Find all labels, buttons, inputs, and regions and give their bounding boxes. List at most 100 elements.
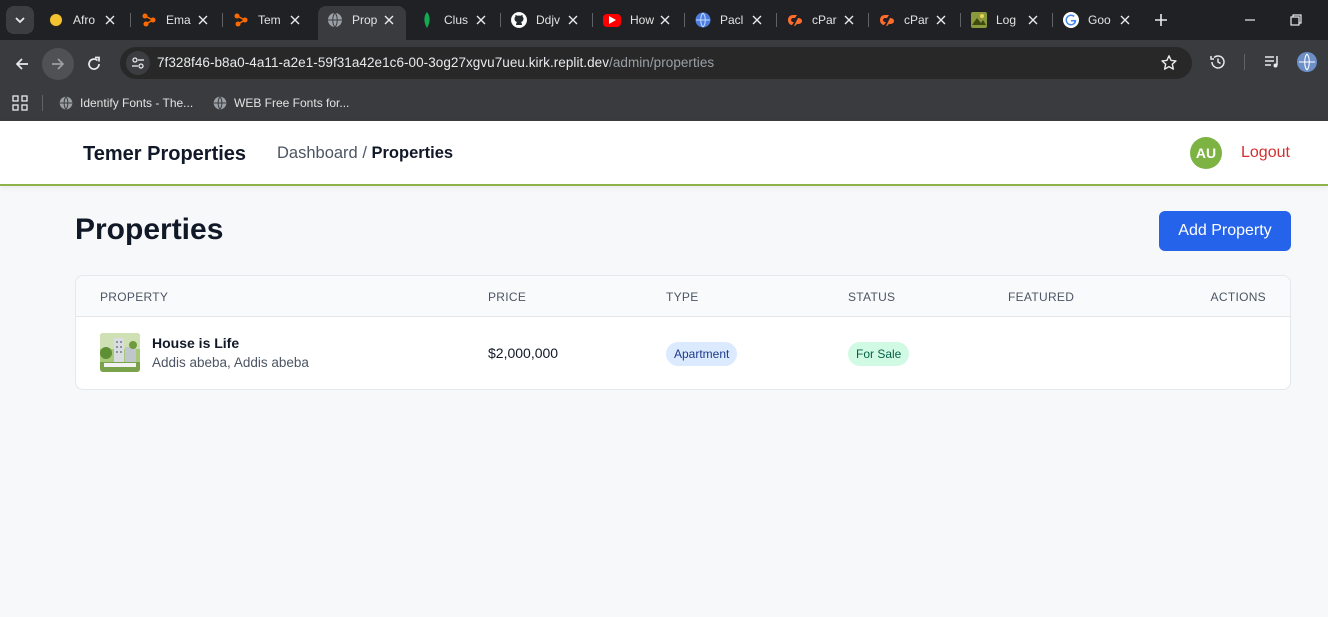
close-icon[interactable] [565,12,581,28]
forward-button[interactable] [42,48,74,80]
afro-favicon-icon [48,12,64,28]
bookmark-item[interactable]: Identify Fonts - The... [59,93,193,113]
browser-tab-strip: Afro Ema Tem Prop Clus Ddjv How Pacl cPa… [0,0,1328,40]
close-icon[interactable] [841,12,857,28]
bookmarks-bar: Identify Fonts - The... WEB Free Fonts f… [0,85,1328,121]
url-path: /admin/properties [609,55,715,70]
bookmark-star-icon[interactable] [1160,54,1178,72]
type-badge: Apartment [666,342,738,366]
chevron-down-icon [15,17,25,24]
media-queue-icon[interactable] [1263,53,1281,71]
reload-button[interactable] [78,48,110,80]
table-row[interactable]: House is Life Addis abeba, Addis abeba $… [76,317,1290,389]
tune-icon [132,57,144,69]
close-icon[interactable] [1025,12,1041,28]
site-info-button[interactable] [126,51,150,75]
google-icon [1063,12,1079,28]
chrome-web-icon [695,12,711,28]
browser-tab[interactable]: Pacl [695,8,765,32]
logout-link[interactable]: Logout [1241,144,1290,162]
github-icon [511,12,527,28]
tab-title: cPar [904,13,929,27]
browser-tab[interactable]: Ddjv [511,8,581,32]
arrow-right-icon [52,58,65,70]
breadcrumb-current: Properties [371,144,454,162]
globe-icon [59,96,73,110]
close-icon[interactable] [102,12,118,28]
column-header-type: TYPE [666,290,699,304]
browser-tab[interactable]: cPar [879,8,949,32]
back-button[interactable] [6,48,38,80]
app-header: Temer Properties Dashboard / Properties … [0,121,1328,186]
bookmark-item[interactable]: WEB Free Fonts for... [213,93,349,113]
tab-title: Goo [1088,13,1111,27]
close-icon[interactable] [473,12,489,28]
close-icon[interactable] [195,12,211,28]
property-thumbnail [100,333,140,372]
bookmark-label: Identify Fonts - The... [80,96,194,110]
arrow-left-icon [15,58,28,70]
close-icon[interactable] [287,12,303,28]
restore-icon[interactable] [1288,12,1304,28]
globe-icon [327,12,343,28]
browser-tab[interactable]: Goo [1063,8,1133,32]
close-icon[interactable] [933,12,949,28]
tab-title: Tem [258,13,281,27]
breadcrumb-separator: / [357,144,372,162]
history-icon[interactable] [1209,53,1227,71]
close-icon[interactable] [1117,12,1133,28]
tab-title: Ddjv [536,13,561,27]
profile-avatar-icon[interactable] [1297,52,1317,72]
close-icon[interactable] [749,12,765,28]
tab-title: Afro [73,13,96,27]
tab-title: Clus [444,13,469,27]
browser-tab[interactable]: Clus [419,8,489,32]
landscape-icon [971,12,987,28]
tab-title: Prop [352,13,378,27]
reload-icon [88,56,100,70]
globe-icon [213,96,227,110]
browser-tab[interactable]: Tem [233,8,303,32]
cpanel-icon [787,12,803,28]
column-header-status: STATUS [848,290,896,304]
column-header-actions: ACTIONS [1210,290,1266,304]
tab-title: How [630,13,655,27]
make-favicon-icon [141,12,157,28]
page-title: Properties [75,213,224,246]
make-favicon-icon [233,12,249,28]
browser-tab-active[interactable]: Prop [327,8,397,32]
browser-toolbar: 7f328f46-b8a0-4a11-a2e1-59f31a42e1c6-00-… [0,40,1328,85]
cpanel-icon [879,12,895,28]
bookmark-label: WEB Free Fonts for... [234,96,350,110]
browser-tab[interactable]: cPar [787,8,857,32]
mongodb-leaf-icon [419,12,435,28]
browser-tab[interactable]: Ema [141,8,211,32]
brand-logo-text[interactable]: Temer Properties [83,143,246,166]
tab-title: Pacl [720,13,744,27]
column-header-featured: FEATURED [1008,290,1075,304]
apps-grid-icon[interactable] [12,95,28,111]
breadcrumb: Dashboard / Properties [277,144,453,163]
user-avatar[interactable]: AU [1190,137,1222,169]
tab-title: cPar [812,13,837,27]
url-text: 7f328f46-b8a0-4a11-a2e1-59f31a42e1c6-00-… [157,55,714,70]
new-tab-plus-icon[interactable] [1152,11,1170,29]
property-price: $2,000,000 [488,345,559,361]
youtube-icon [603,13,621,27]
tab-title: Ema [166,13,191,27]
close-icon[interactable] [381,12,397,28]
add-property-button[interactable]: Add Property [1159,211,1291,251]
property-name: House is Life [152,335,240,351]
breadcrumb-dashboard-link[interactable]: Dashboard [277,144,358,162]
close-icon[interactable] [657,12,673,28]
status-badge: For Sale [848,342,910,366]
tab-search-button[interactable] [6,6,34,34]
table-header: PROPERTY PRICE TYPE STATUS FEATURED ACTI… [76,276,1290,317]
column-header-property: PROPERTY [100,290,169,304]
tab-title: Log [996,13,1017,27]
minimize-icon[interactable] [1242,12,1258,28]
browser-tab[interactable]: How [603,8,673,32]
browser-tab[interactable]: Afro [48,8,118,32]
browser-tab[interactable]: Log [971,8,1041,32]
address-bar[interactable]: 7f328f46-b8a0-4a11-a2e1-59f31a42e1c6-00-… [120,47,1192,79]
